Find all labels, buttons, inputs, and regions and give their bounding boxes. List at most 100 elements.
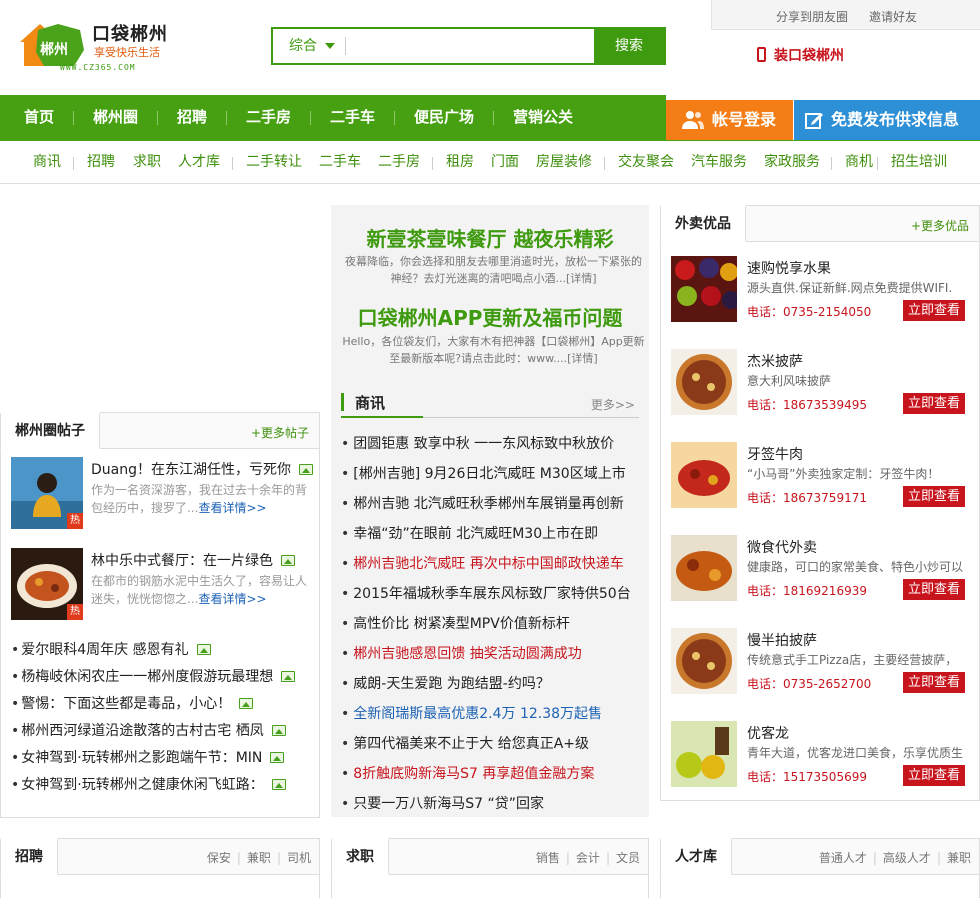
news-item[interactable]: 幸福“劲”在眼前 北汽威旺M30上市在即 <box>341 519 646 549</box>
quick-link[interactable]: 会计 <box>576 851 600 865</box>
promo-title[interactable]: 口袋郴州APP更新及福币问题 <box>331 302 649 331</box>
share-link[interactable]: 分享到朋友圈 <box>776 8 848 25</box>
view-now-button[interactable]: 立即查看 <box>903 672 965 693</box>
quick-link[interactable]: 兼职 <box>247 851 271 865</box>
news-item[interactable]: 8折触底购新海马S7 再享超值金融方案 <box>341 759 646 789</box>
category-item[interactable]: 汽车服务 <box>691 141 747 184</box>
post-link[interactable]: 爱尔眼科4周年庆 感恩有礼 <box>21 642 188 658</box>
view-now-button[interactable]: 立即查看 <box>903 579 965 600</box>
login-button[interactable]: 帐号登录 <box>666 100 793 140</box>
takeout-name[interactable]: 微食代外卖 <box>747 537 817 557</box>
read-more-link[interactable]: 查看详情>> <box>198 592 266 606</box>
list-item[interactable]: 杨梅岐休闲农庄一一郴州度假游玩最理想 <box>11 664 316 691</box>
takeout-name[interactable]: 牙签牛肉 <box>747 444 803 464</box>
nav-item-home[interactable]: 首页 <box>24 95 54 140</box>
list-item[interactable]: 警惕：下面这些都是毒品，小心！ <box>11 691 316 718</box>
featured-post[interactable]: 热 Duang！在东江湖任性，亏死你 作为一名资深游客，我在过去十余年的背包经历… <box>11 457 313 531</box>
takeout-item[interactable]: 杰米披萨 意大利风味披萨 电话：18673539495 立即查看 <box>671 349 971 425</box>
takeout-thumbnail[interactable] <box>671 256 737 322</box>
tab-circle-posts[interactable]: 郴州圈帖子 <box>0 412 100 449</box>
takeout-item[interactable]: 微食代外卖 健康路，可口的家常美食、特色小炒可以 电话：18169216939 立即查… <box>671 535 971 611</box>
category-item[interactable]: 租房 <box>446 141 474 184</box>
promo-title[interactable]: 新壹茶壹味餐厅 越夜乐精彩 <box>331 223 649 252</box>
news-item[interactable]: 郴州吉驰北汽威旺 再次中标中国邮政快递车 <box>341 549 646 579</box>
category-item[interactable]: 门面 <box>491 141 519 184</box>
view-now-button[interactable]: 立即查看 <box>903 486 965 507</box>
nav-item-circle[interactable]: 郴州圈 <box>93 95 138 140</box>
news-item[interactable]: 团圆钜惠 致享中秋 一一东风标致中秋放价 <box>341 429 646 459</box>
takeout-name[interactable]: 慢半拍披萨 <box>747 630 817 650</box>
takeout-name[interactable]: 杰米披萨 <box>747 351 803 371</box>
category-item[interactable]: 招生培训 <box>891 141 947 184</box>
takeout-thumbnail[interactable] <box>671 535 737 601</box>
post-link[interactable]: 女神驾到·玩转郴州之健康休闲飞虹路： <box>21 777 263 793</box>
quick-link[interactable]: 司机 <box>287 851 311 865</box>
takeout-item[interactable]: 速购悦享水果 源头直供.保证新鲜.网点免费提供WIFI. 电话：0735-21540… <box>671 256 971 332</box>
nav-item-jobs[interactable]: 招聘 <box>177 95 207 140</box>
read-more-link[interactable]: 查看详情>> <box>198 501 266 515</box>
news-item[interactable]: 郴州吉驰 北汽威旺秋季郴州车展销量再创新 <box>341 489 646 519</box>
takeout-name[interactable]: 速购悦享水果 <box>747 258 831 278</box>
takeout-item[interactable]: 优客龙 青年大道，优客龙进口美食，乐享优质生 电话：15173505699 立即查看 <box>671 721 971 797</box>
category-item[interactable]: 招聘 <box>87 141 115 184</box>
quick-link[interactable]: 保安 <box>207 851 231 865</box>
publish-button[interactable]: 免费发布供求信息 <box>794 100 980 140</box>
post-link[interactable]: 郴州西河绿道沿途散落的古村古宅 栖凤 <box>21 723 263 739</box>
post-title[interactable]: 林中乐中式餐厅：在一片绿色 <box>91 553 273 569</box>
more-posts-link[interactable]: +更多帖子 <box>251 424 309 441</box>
post-link[interactable]: 女神驾到·玩转郴州之影跑端午节：MIN <box>21 750 262 766</box>
takeout-name[interactable]: 优客龙 <box>747 723 789 743</box>
news-item[interactable]: 郴州吉驰感恩回馈 抽奖活动圆满成功 <box>341 639 646 669</box>
category-item[interactable]: 家政服务 <box>764 141 820 184</box>
tab-talent[interactable]: 人才库 <box>660 838 732 875</box>
quick-link[interactable]: 兼职 <box>947 851 971 865</box>
news-item[interactable]: 威朗-天生爱跑 为跑结盟-约吗？ <box>341 669 646 699</box>
list-item[interactable]: 女神驾到·玩转郴州之影跑端午节：MIN <box>11 745 316 772</box>
quick-link[interactable]: 普通人才 <box>819 851 867 865</box>
quick-link[interactable]: 高级人才 <box>883 851 931 865</box>
nav-item-used-car[interactable]: 二手车 <box>330 95 375 140</box>
nav-item-used-house[interactable]: 二手房 <box>246 95 291 140</box>
nav-item-plaza[interactable]: 便民广场 <box>414 95 474 140</box>
invite-link[interactable]: 邀请好友 <box>869 8 917 25</box>
post-link[interactable]: 杨梅岐休闲农庄一一郴州度假游玩最理想 <box>21 669 273 685</box>
more-takeout-link[interactable]: +更多优品 <box>911 217 969 234</box>
post-link[interactable]: 警惕：下面这些都是毒品，小心！ <box>21 696 231 712</box>
news-item[interactable]: [郴州吉驰] 9月26日北汽威旺 M30区域上市 <box>341 459 646 489</box>
category-item[interactable]: 求职 <box>133 141 161 184</box>
view-now-button[interactable]: 立即查看 <box>903 765 965 786</box>
list-item[interactable]: 女神驾到·玩转郴州之健康休闲飞虹路： <box>11 772 316 799</box>
site-logo[interactable]: 郴州 口袋郴州 享受快乐生活 WWW.CZ365.COM <box>18 14 178 74</box>
category-item[interactable]: 房屋装修 <box>536 141 592 184</box>
tab-jobs[interactable]: 招聘 <box>0 838 58 875</box>
install-app-link[interactable]: 装口袋郴州 <box>757 45 844 65</box>
news-item[interactable]: 高性价比 树紧凑型MPV价值新标杆 <box>341 609 646 639</box>
news-item[interactable]: 全新阁瑞斯最高优惠2.4万 12.38万起售 <box>341 699 646 729</box>
news-item[interactable]: 第四代福美来不止于大 给您真正A+级 <box>341 729 646 759</box>
category-item[interactable]: 人才库 <box>178 141 220 184</box>
list-item[interactable]: 爱尔眼科4周年庆 感恩有礼 <box>11 637 316 664</box>
more-news-link[interactable]: 更多>> <box>591 396 635 413</box>
view-now-button[interactable]: 立即查看 <box>903 300 965 321</box>
post-thumbnail[interactable]: 热 <box>11 457 83 529</box>
list-item[interactable]: 郴州西河绿道沿途散落的古村古宅 栖凤 <box>11 718 316 745</box>
quick-link[interactable]: 文员 <box>616 851 640 865</box>
news-item[interactable]: 只要一万八新海马S7 “贷”回家 <box>341 789 646 819</box>
takeout-thumbnail[interactable] <box>671 349 737 415</box>
post-title[interactable]: Duang！在东江湖任性，亏死你 <box>91 462 291 478</box>
tab-seek[interactable]: 求职 <box>331 838 389 875</box>
category-item[interactable]: 二手转让 <box>246 141 302 184</box>
search-category-select[interactable]: 综合 <box>273 29 345 63</box>
category-item[interactable]: 二手房 <box>378 141 420 184</box>
search-button[interactable]: 搜索 <box>594 29 664 63</box>
takeout-thumbnail[interactable] <box>671 442 737 508</box>
tab-takeout[interactable]: 外卖优品 <box>660 205 746 242</box>
takeout-thumbnail[interactable] <box>671 628 737 694</box>
category-item[interactable]: 商讯 <box>33 141 61 184</box>
category-item[interactable]: 二手车 <box>319 141 361 184</box>
takeout-thumbnail[interactable] <box>671 721 737 787</box>
quick-link[interactable]: 销售 <box>536 851 560 865</box>
post-thumbnail[interactable]: 热 <box>11 548 83 620</box>
nav-item-marketing[interactable]: 营销公关 <box>513 95 573 140</box>
category-item[interactable]: 商机 <box>845 141 873 184</box>
